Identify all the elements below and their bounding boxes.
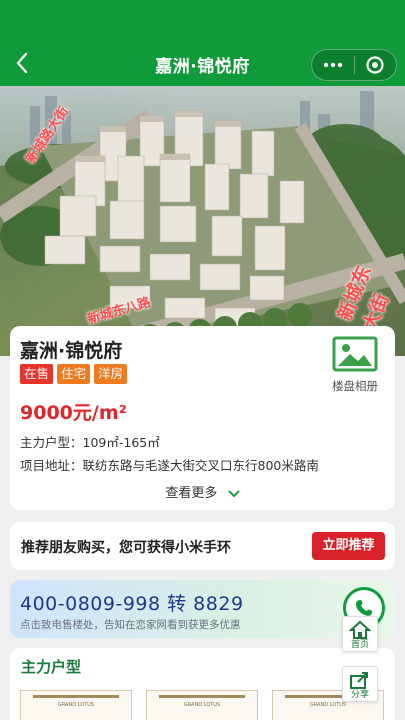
close-miniprogram-button[interactable] [354, 50, 396, 80]
units-title: 主力户型 [21, 658, 82, 676]
see-more-button[interactable]: 查看更多 [10, 482, 395, 501]
unit-type-value: 109㎡-165㎡ [82, 435, 160, 450]
home-label: 首页 [350, 640, 369, 650]
address-row: 项目地址：联纺东路与毛遂大街交叉口东行800米路南 [20, 455, 319, 474]
miniprogram-capsule [311, 49, 397, 81]
project-info-card: 嘉洲·锦悦府 在售 住宅 洋房 楼盘相册 9000元/m² 主力户型：109㎡-… [10, 326, 395, 510]
main-units-card: 主力户型 GRAND LOTUS GRAND LOTUS GRAND LOTUS [10, 648, 395, 720]
thumb-caption: GRAND LOTUS [309, 702, 347, 708]
album-button[interactable]: 楼盘相册 [327, 336, 383, 394]
project-name: 嘉洲·锦悦府 [20, 340, 123, 362]
tag-residential: 住宅 [57, 364, 91, 384]
tag-on-sale: 在售 [20, 364, 54, 384]
address-key: 项目地址： [20, 458, 83, 473]
thumb-caption: GRAND LOTUS [183, 702, 221, 708]
more-button[interactable] [312, 50, 354, 80]
unit-thumbnail[interactable]: GRAND LOTUS [146, 690, 258, 720]
chevron-down-icon [227, 489, 240, 497]
recommend-now-button[interactable]: 立即推荐 [312, 532, 385, 560]
see-more-label: 查看更多 [165, 486, 218, 501]
hero-image[interactable]: 新城路大街 新城东八路 新城东大街 [0, 86, 405, 356]
referral-text: 推荐朋友购买，您可获得小米手环 [21, 540, 231, 556]
hotline-number: 400-0809-998 转 8829 [20, 593, 244, 615]
hotline-subtitle: 点击致电售楼处，告知在恋家网看到获更多优惠 [20, 619, 241, 631]
target-circle-icon [366, 56, 384, 74]
unit-type-key: 主力户型： [20, 435, 83, 450]
tag-villa: 洋房 [94, 364, 128, 384]
home-float-button[interactable]: 首页 [342, 616, 378, 652]
referral-card: 推荐朋友购买，您可获得小米手环 立即推荐 [10, 522, 395, 570]
price: 9000元/m² [20, 402, 127, 424]
project-tags: 在售 住宅 洋房 [20, 364, 128, 384]
picture-icon [332, 336, 378, 372]
unit-type-row: 主力户型：109㎡-165㎡ [20, 432, 160, 451]
hotline-card[interactable]: 400-0809-998 转 8829 点击致电售楼处，告知在恋家网看到获更多优… [10, 580, 395, 638]
album-label: 楼盘相册 [332, 379, 378, 393]
more-dots-icon [323, 62, 342, 68]
share-float-button[interactable]: 分享 [342, 666, 378, 702]
address-value: 联纺东路与毛遂大街交叉口东行800米路南 [82, 458, 319, 473]
thumb-caption: GRAND LOTUS [57, 702, 95, 708]
unit-thumbnail[interactable]: GRAND LOTUS [20, 690, 132, 720]
top-nav-bar: 嘉洲·锦悦府 [0, 0, 405, 86]
share-label: 分享 [350, 690, 369, 700]
